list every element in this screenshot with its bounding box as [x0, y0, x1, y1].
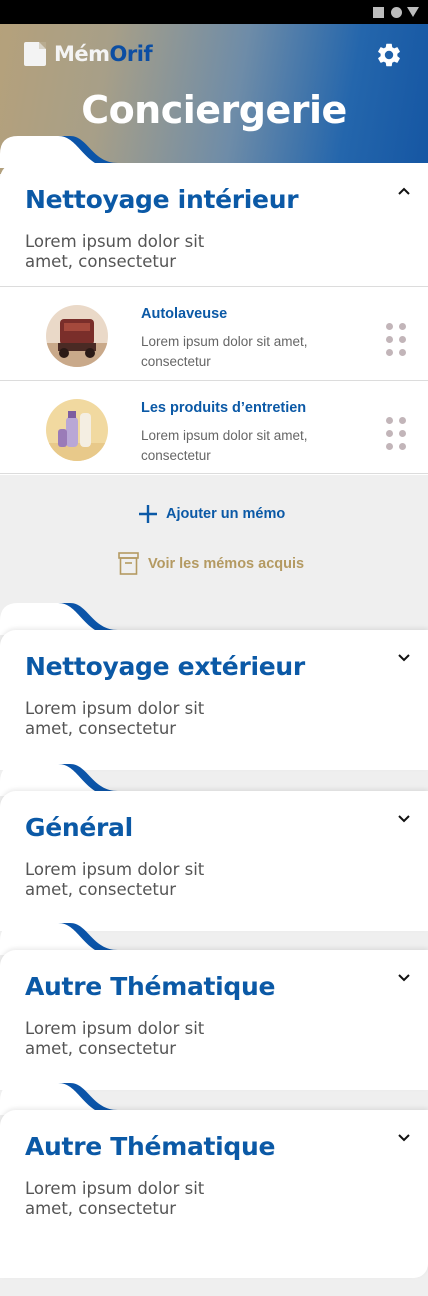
stop-icon — [373, 7, 384, 18]
list-item[interactable]: Autolaveuse Lorem ipsum dolor sit amet, … — [0, 286, 428, 380]
section-title[interactable]: Nettoyage extérieur — [25, 652, 305, 681]
memo-thumbnail — [46, 305, 108, 367]
section-title[interactable]: Général — [25, 813, 133, 842]
status-bar — [0, 0, 428, 24]
archive-box-icon — [118, 552, 139, 575]
section-title[interactable]: Autre Thématique — [25, 1132, 275, 1161]
circle-icon — [391, 7, 402, 18]
chevron-down-icon[interactable] — [396, 650, 412, 666]
drag-handle-icon[interactable] — [386, 417, 408, 451]
memo-description: Lorem ipsum dolor sit amet, consectetur — [141, 334, 308, 369]
section-title[interactable]: Nettoyage intérieur — [25, 185, 299, 214]
chevron-down-icon[interactable] — [396, 970, 412, 986]
list-item[interactable]: Les produits d’entretien Lorem ipsum dol… — [0, 380, 428, 474]
section-description: Lorem ipsum dolor sit amet, consectetur — [25, 1019, 205, 1058]
page-title: Conciergerie — [81, 88, 347, 132]
section-description: Lorem ipsum dolor sit amet, consectetur — [25, 232, 205, 271]
memo-title: Autolaveuse — [141, 306, 228, 322]
logo-text: MémOrif — [54, 42, 153, 66]
signal-icon — [407, 7, 419, 17]
logo-part-mem: Mém — [54, 42, 110, 66]
gear-icon[interactable] — [375, 41, 403, 69]
section-description: Lorem ipsum dolor sit amet, consectetur — [25, 860, 205, 899]
memo-description: Lorem ipsum dolor sit amet, consectetur — [141, 428, 308, 463]
memo-title: Les produits d’entretien — [141, 400, 307, 416]
memo-thumbnail — [46, 399, 108, 461]
view-acquired-memos-button[interactable]: Voir les mémos acquis — [118, 552, 304, 575]
section-description: Lorem ipsum dolor sit amet, consectetur — [25, 699, 205, 738]
chevron-up-icon[interactable] — [396, 183, 412, 199]
section-title[interactable]: Autre Thématique — [25, 972, 275, 1001]
logo-part-orif: Orif — [109, 42, 153, 66]
document-icon — [24, 42, 46, 66]
app-logo: MémOrif — [24, 42, 153, 66]
drag-handle-icon[interactable] — [386, 323, 408, 357]
chevron-down-icon[interactable] — [396, 811, 412, 827]
divider — [0, 473, 428, 474]
add-memo-button[interactable]: Ajouter un mémo — [138, 504, 285, 524]
plus-icon — [139, 505, 157, 523]
section-description: Lorem ipsum dolor sit amet, consectetur — [25, 1179, 205, 1218]
view-acquired-label: Voir les mémos acquis — [148, 555, 305, 572]
add-memo-label: Ajouter un mémo — [166, 506, 286, 522]
chevron-down-icon[interactable] — [396, 1130, 412, 1146]
